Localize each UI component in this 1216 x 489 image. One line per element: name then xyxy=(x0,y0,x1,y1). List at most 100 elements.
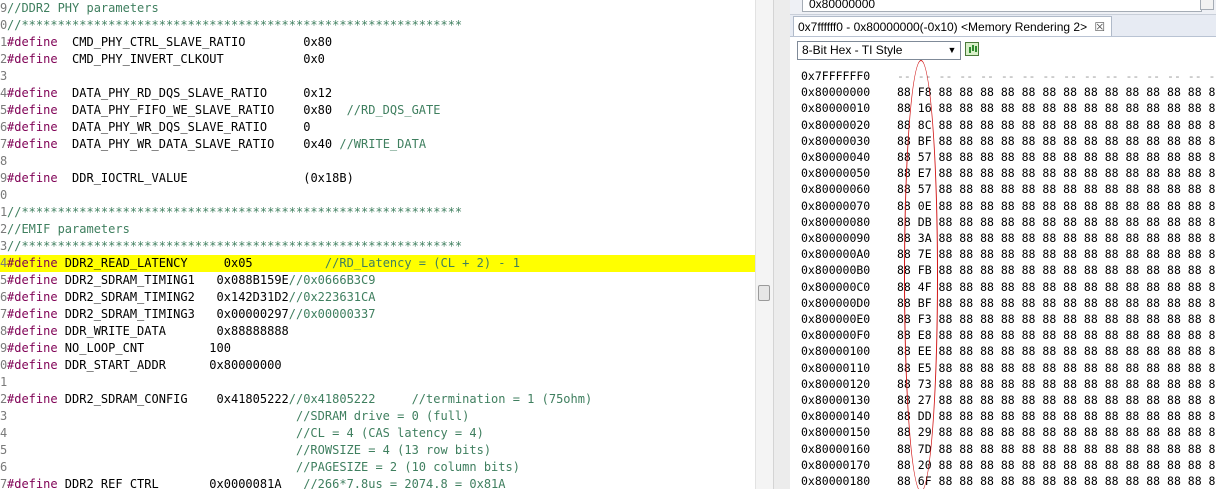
code-line[interactable]: 0 #define DDR_START_ADDR 0x80000000 xyxy=(0,357,755,374)
memory-row[interactable]: 0x80000100 88 EE 88 88 88 88 88 88 88 88 … xyxy=(790,343,1216,359)
memory-bytes[interactable]: 88 EE 88 88 88 88 88 88 88 88 88 88 88 8… xyxy=(897,343,1216,359)
memory-bytes[interactable]: 88 8C 88 88 88 88 88 88 88 88 88 88 88 8… xyxy=(897,117,1216,133)
code-line[interactable]: 4 #define DDR2_READ_LATENCY 0x05 //RD_Lat… xyxy=(0,255,755,272)
code-line[interactable]: 5 #define DATA_PHY_FIFO_WE_SLAVE_RATIO 0x… xyxy=(0,102,755,119)
memory-row[interactable]: 0x80000000 88 F8 88 88 88 88 88 88 88 88 … xyxy=(790,84,1216,100)
code-text: #define DDR_START_ADDR 0x80000000 xyxy=(7,357,282,374)
code-line[interactable]: 3//*************************************… xyxy=(0,238,755,255)
memory-bytes[interactable]: 88 E7 88 88 88 88 88 88 88 88 88 88 88 8… xyxy=(897,165,1216,181)
address-go-button[interactable] xyxy=(1200,0,1214,10)
memory-bytes[interactable]: 88 7E 88 88 88 88 88 88 88 88 88 88 88 8… xyxy=(897,246,1216,262)
code-line[interactable]: 2 #define CMD_PHY_INVERT_CLKOUT 0x0 xyxy=(0,51,755,68)
code-line[interactable]: 9//DDR2 PHY parameters xyxy=(0,0,755,17)
memory-row[interactable]: 0x800000C0 88 4F 88 88 88 88 88 88 88 88 … xyxy=(790,279,1216,295)
memory-bytes[interactable]: 88 16 88 88 88 88 88 88 88 88 88 88 88 8… xyxy=(897,100,1216,116)
code-line[interactable]: 1//*************************************… xyxy=(0,204,755,221)
tab-memory-rendering-2[interactable]: 0x7ffffff0 - 0x80000000(-0x10) <Memory R… xyxy=(793,16,1113,37)
code-line[interactable]: 6 #define DATA_PHY_WR_DQS_SLAVE_RATIO 0 xyxy=(0,119,755,136)
memory-row[interactable]: 0x800000E0 88 F3 88 88 88 88 88 88 88 88 … xyxy=(790,311,1216,327)
memory-bytes[interactable]: 88 FB 88 88 88 88 88 88 88 88 88 88 88 8… xyxy=(897,262,1216,278)
memory-bytes[interactable]: 88 DB 88 88 88 88 88 88 88 88 88 88 88 8… xyxy=(897,214,1216,230)
memory-row[interactable]: 0x80000140 88 DD 88 88 88 88 88 88 88 88 … xyxy=(790,408,1216,424)
code-line[interactable]: 6 //PAGESIZE = 2 (10 column bits) xyxy=(0,459,755,476)
memory-row[interactable]: 0x80000150 88 29 88 88 88 88 88 88 88 88 … xyxy=(790,424,1216,440)
memory-bytes[interactable]: 88 3A 88 88 88 88 88 88 88 88 88 88 88 8… xyxy=(897,230,1216,246)
code-line[interactable]: 3 //SDRAM drive = 0 (full) xyxy=(0,408,755,425)
keyword-token: #define xyxy=(7,358,58,372)
editor-scrollbar-thumb[interactable] xyxy=(758,285,770,301)
memory-bytes[interactable]: 88 6F 88 88 88 88 88 88 88 88 88 88 88 8… xyxy=(897,473,1216,489)
memory-row[interactable]: 0x80000010 88 16 88 88 88 88 88 88 88 88 … xyxy=(790,100,1216,116)
memory-row[interactable]: 0x7FFFFFF0 -- -- -- -- -- -- -- -- -- -- … xyxy=(790,68,1216,84)
code-line[interactable]: 2 #define DDR2_SDRAM_CONFIG 0x41805222//0… xyxy=(0,391,755,408)
code-line[interactable]: 2//EMIF parameters xyxy=(0,221,755,238)
memory-row[interactable]: 0x80000040 88 57 88 88 88 88 88 88 88 88 … xyxy=(790,149,1216,165)
memory-row[interactable]: 0x80000050 88 E7 88 88 88 88 88 88 88 88 … xyxy=(790,165,1216,181)
code-line[interactable]: 3 xyxy=(0,68,755,85)
code-line[interactable]: 9 #define DDR_IOCTRL_VALUE (0x18B) xyxy=(0,170,755,187)
memory-row[interactable]: 0x800000B0 88 FB 88 88 88 88 88 88 88 88 … xyxy=(790,262,1216,278)
line-number: 4 xyxy=(0,426,7,440)
code-line[interactable]: 4 #define DATA_PHY_RD_DQS_SLAVE_RATIO 0x1… xyxy=(0,85,755,102)
code-line[interactable]: 1 #define CMD_PHY_CTRL_SLAVE_RATIO 0x80 xyxy=(0,34,755,51)
memory-bytes[interactable]: 88 29 88 88 88 88 88 88 88 88 88 88 88 8… xyxy=(897,424,1216,440)
code-line[interactable]: 6 #define DDR2_SDRAM_TIMING2 0x142D31D2//… xyxy=(0,289,755,306)
memory-row[interactable]: 0x80000090 88 3A 88 88 88 88 88 88 88 88 … xyxy=(790,230,1216,246)
memory-row[interactable]: 0x80000080 88 DB 88 88 88 88 88 88 88 88 … xyxy=(790,214,1216,230)
memory-bytes[interactable]: 88 20 88 88 88 88 88 88 88 88 88 88 88 8… xyxy=(897,457,1216,473)
code-line[interactable]: 7 #define DDR2_REF_CTRL 0x0000081A //266*… xyxy=(0,476,755,489)
code-line[interactable]: 8 xyxy=(0,153,755,170)
memory-row[interactable]: 0x80000170 88 20 88 88 88 88 88 88 88 88 … xyxy=(790,457,1216,473)
new-rendering-icon[interactable] xyxy=(965,42,979,56)
memory-bytes[interactable]: 88 BF 88 88 88 88 88 88 88 88 88 88 88 8… xyxy=(897,295,1216,311)
code-line[interactable]: 7 #define DDR2_SDRAM_TIMING3 0x00000297//… xyxy=(0,306,755,323)
memory-bytes[interactable]: 88 4F 88 88 88 88 88 88 88 88 88 88 88 8… xyxy=(897,279,1216,295)
memory-row[interactable]: 0x800000F0 88 E8 88 88 88 88 88 88 88 88 … xyxy=(790,327,1216,343)
code-line[interactable]: 0 xyxy=(0,187,755,204)
code-line[interactable]: 1 xyxy=(0,374,755,391)
memory-bytes[interactable]: 88 F8 88 88 88 88 88 88 88 88 88 88 88 8… xyxy=(897,84,1216,100)
memory-row[interactable]: 0x800000D0 88 BF 88 88 88 88 88 88 88 88 … xyxy=(790,295,1216,311)
memory-address-input[interactable]: 0x80000000 xyxy=(802,0,1202,12)
memory-bytes[interactable]: 88 73 88 88 88 88 88 88 88 88 88 88 88 8… xyxy=(897,376,1216,392)
code-line[interactable]: 5 //ROWSIZE = 4 (13 row bits) xyxy=(0,442,755,459)
code-editor[interactable]: 9//DDR2 PHY parameters 0//***************… xyxy=(0,0,755,489)
memory-bytes[interactable]: 88 DD 88 88 88 88 88 88 88 88 88 88 88 8… xyxy=(897,408,1216,424)
memory-bytes[interactable]: 88 F3 88 88 88 88 88 88 88 88 88 88 88 8… xyxy=(897,311,1216,327)
format-select[interactable]: 8-Bit Hex - TI Style ▼ xyxy=(797,41,961,60)
memory-bytes[interactable]: 88 BF 88 88 88 88 88 88 88 88 88 88 88 8… xyxy=(897,133,1216,149)
memory-row[interactable]: 0x80000060 88 57 88 88 88 88 88 88 88 88 … xyxy=(790,181,1216,197)
memory-row[interactable]: 0x80000180 88 6F 88 88 88 88 88 88 88 88 … xyxy=(790,473,1216,489)
chevron-down-icon[interactable]: ▼ xyxy=(945,43,959,58)
keyword-token: #define xyxy=(7,52,58,66)
memory-bytes[interactable]: 88 57 88 88 88 88 88 88 88 88 88 88 88 8… xyxy=(897,181,1216,197)
memory-row[interactable]: 0x80000030 88 BF 88 88 88 88 88 88 88 88 … xyxy=(790,133,1216,149)
memory-bytes[interactable]: 88 7D 88 88 88 88 88 88 88 88 88 88 88 8… xyxy=(897,441,1216,457)
code-line[interactable]: 4 //CL = 4 (CAS latency = 4) xyxy=(0,425,755,442)
memory-row[interactable]: 0x80000110 88 E5 88 88 88 88 88 88 88 88 … xyxy=(790,360,1216,376)
memory-row[interactable]: 0x80000130 88 27 88 88 88 88 88 88 88 88 … xyxy=(790,392,1216,408)
code-line[interactable]: 9 #define NO_LOOP_CNT 100 xyxy=(0,340,755,357)
tab-close-icon[interactable]: ☒ xyxy=(1094,17,1105,37)
memory-row[interactable]: 0x80000070 88 0E 88 88 88 88 88 88 88 88 … xyxy=(790,198,1216,214)
editor-vertical-scrollbar[interactable] xyxy=(755,0,773,489)
memory-address: 0x80000000 xyxy=(801,85,871,100)
memory-bytes[interactable]: 88 E5 88 88 88 88 88 88 88 88 88 88 88 8… xyxy=(897,360,1216,376)
memory-bytes[interactable]: 88 57 88 88 88 88 88 88 88 88 88 88 88 8… xyxy=(897,149,1216,165)
line-number: 1 xyxy=(0,205,7,219)
memory-bytes[interactable]: 88 E8 88 88 88 88 88 88 88 88 88 88 88 8… xyxy=(897,327,1216,343)
code-line[interactable]: 5 #define DDR2_SDRAM_TIMING1 0x088B159E//… xyxy=(0,272,755,289)
memory-bytes[interactable]: 88 27 88 88 88 88 88 88 88 88 88 88 88 8… xyxy=(897,392,1216,408)
code-line[interactable]: 0//*************************************… xyxy=(0,17,755,34)
code-line[interactable]: 7 #define DATA_PHY_WR_DATA_SLAVE_RATIO 0x… xyxy=(0,136,755,153)
code-text: //**************************************… xyxy=(7,204,462,221)
memory-address-bar: 0x80000000 xyxy=(790,0,1216,15)
memory-row[interactable]: 0x80000020 88 8C 88 88 88 88 88 88 88 88 … xyxy=(790,117,1216,133)
code-line[interactable]: 8 #define DDR_WRITE_DATA 0x88888888 xyxy=(0,323,755,340)
memory-row[interactable]: 0x800000A0 88 7E 88 88 88 88 88 88 88 88 … xyxy=(790,246,1216,262)
code-token: CMD_PHY_INVERT_CLKOUT 0x0 xyxy=(57,52,325,66)
memory-row[interactable]: 0x80000120 88 73 88 88 88 88 88 88 88 88 … xyxy=(790,376,1216,392)
memory-bytes[interactable]: 88 0E 88 88 88 88 88 88 88 88 88 88 88 8… xyxy=(897,198,1216,214)
memory-bytes[interactable]: -- -- -- -- -- -- -- -- -- -- -- -- -- -… xyxy=(897,68,1216,84)
memory-row[interactable]: 0x80000160 88 7D 88 88 88 88 88 88 88 88 … xyxy=(790,441,1216,457)
